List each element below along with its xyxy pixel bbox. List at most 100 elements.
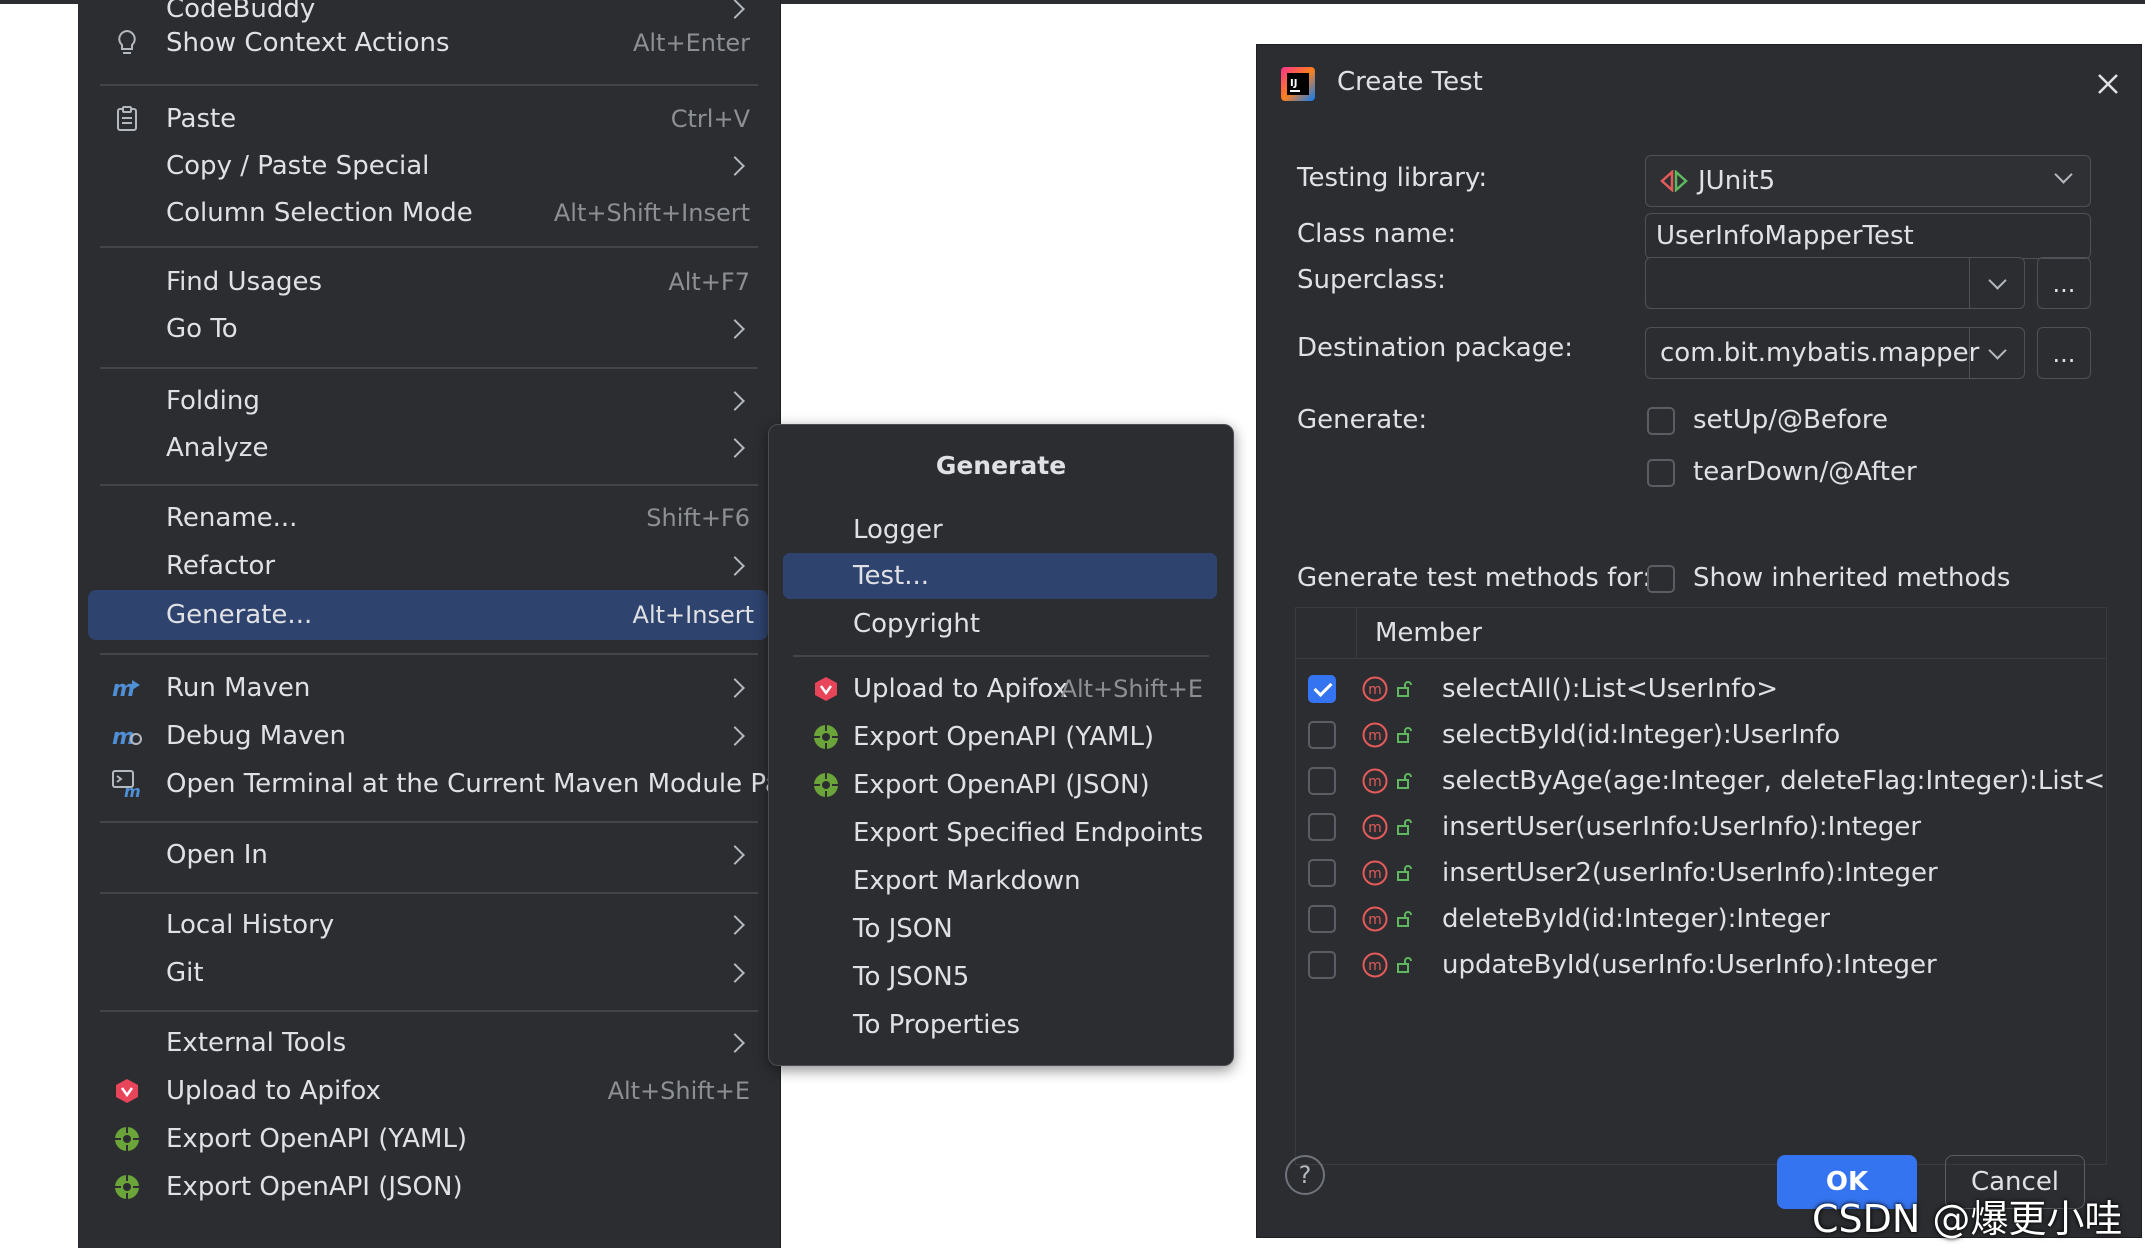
superclass-browse-button[interactable]: ... (2037, 257, 2091, 309)
unlocked-icon (1397, 957, 1412, 973)
unlocked-icon (1397, 773, 1412, 789)
menu-item-external-tools[interactable]: External Tools (94, 1018, 764, 1068)
member-checkbox[interactable] (1308, 905, 1336, 933)
member-signature: deleteById(id:Integer):Integer (1442, 904, 1830, 934)
method-icon: m (1362, 722, 1388, 748)
menu-item-local-history[interactable]: Local History (94, 900, 764, 950)
separator (100, 484, 758, 486)
separator (100, 653, 758, 655)
generate-item-test[interactable]: Test... (783, 553, 1217, 599)
chevron-right-icon (725, 0, 745, 19)
maven-run-icon: m (112, 673, 142, 703)
menu-item-run-maven[interactable]: m Run Maven (94, 663, 764, 713)
member-column-header[interactable]: Member (1356, 608, 1482, 658)
apifox-icon (811, 674, 841, 704)
destination-dropdown-button[interactable] (1969, 328, 2024, 378)
testing-library-label: Testing library: (1297, 163, 1488, 193)
separator (793, 655, 1209, 657)
close-icon[interactable] (2093, 69, 2123, 99)
generate-item-export-markdown[interactable]: Export Markdown (783, 858, 1217, 904)
maven-terminal-icon: m (112, 769, 142, 799)
superclass-label: Superclass: (1297, 265, 1446, 295)
menu-item-generate[interactable]: Generate... Alt+Insert (88, 590, 768, 640)
unlocked-icon (1397, 911, 1412, 927)
generate-item-to-properties[interactable]: To Properties (783, 1002, 1217, 1048)
generate-item-upload-apifox[interactable]: Upload to Apifox Alt+Shift+E (783, 666, 1217, 712)
help-button[interactable]: ? (1285, 1155, 1325, 1195)
table-row[interactable]: m selectByAge(age:Integer, deleteFlag:In… (1296, 756, 2106, 806)
member-checkbox[interactable] (1308, 859, 1336, 887)
separator (100, 84, 758, 86)
chevron-right-icon (725, 156, 745, 176)
member-checkbox[interactable] (1308, 767, 1336, 795)
class-name-input[interactable]: UserInfoMapperTest (1645, 213, 2091, 259)
menu-item-column-selection-mode[interactable]: Column Selection Mode Alt+Shift+Insert (94, 188, 764, 238)
svg-text:m: m (1368, 912, 1382, 928)
destination-package-label: Destination package: (1297, 333, 1573, 363)
generate-item-export-specified-endpoints[interactable]: Export Specified Endpoints (783, 810, 1217, 856)
apifox-icon (112, 1076, 142, 1106)
generate-item-copyright[interactable]: Copyright (783, 601, 1217, 647)
menu-item-export-openapi-yaml[interactable]: Export OpenAPI (YAML) (94, 1114, 764, 1164)
menu-item-open-in[interactable]: Open In (94, 830, 764, 880)
menu-item-export-openapi-json[interactable]: Export OpenAPI (JSON) (94, 1162, 764, 1212)
member-checkbox[interactable] (1308, 675, 1336, 703)
testing-library-select[interactable]: JUnit5 (1645, 155, 2091, 207)
show-inherited-checkbox[interactable] (1647, 565, 1675, 593)
teardown-label: tearDown/@After (1693, 457, 1917, 487)
lightbulb-icon (112, 28, 142, 58)
member-checkbox[interactable] (1308, 813, 1336, 841)
superclass-dropdown-button[interactable] (1969, 258, 2024, 308)
member-signature: selectAll():List<UserInfo> (1442, 674, 1779, 704)
table-row[interactable]: m deleteById(id:Integer):Integer (1296, 894, 2106, 944)
menu-item-show-context-actions[interactable]: Show Context Actions Alt+Enter (94, 18, 764, 68)
class-name-label: Class name: (1297, 219, 1457, 249)
table-row[interactable]: m selectById(id:Integer):UserInfo (1296, 710, 2106, 760)
setup-checkbox[interactable] (1647, 407, 1675, 435)
menu-item-go-to[interactable]: Go To (94, 304, 764, 354)
teardown-checkbox[interactable] (1647, 459, 1675, 487)
editor-context-menu: CodeBuddy Show Context Actions Alt+Enter… (78, 0, 808, 1248)
chevron-right-icon (725, 1033, 745, 1053)
openapi-icon (112, 1124, 142, 1154)
menu-item-paste[interactable]: Paste Ctrl+V (94, 94, 764, 144)
menu-item-upload-apifox[interactable]: Upload to Apifox Alt+Shift+E (94, 1066, 764, 1116)
menu-item-open-terminal-maven[interactable]: m Open Terminal at the Current Maven Mod… (94, 759, 808, 809)
generate-item-logger[interactable]: Logger (783, 507, 1217, 553)
superclass-combo[interactable] (1645, 257, 2025, 309)
chevron-right-icon (725, 391, 745, 411)
destination-package-combo[interactable]: com.bit.mybatis.mapper (1645, 327, 2025, 379)
menu-item-analyze[interactable]: Analyze (94, 423, 764, 473)
member-checkbox[interactable] (1308, 721, 1336, 749)
separator (100, 246, 758, 248)
chevron-right-icon (725, 556, 745, 576)
generate-menu-title: Generate (935, 451, 1067, 480)
destination-browse-button[interactable]: ... (2037, 327, 2091, 379)
openapi-icon (112, 1172, 142, 1202)
create-test-dialog: IJ Create Test Testing library: JUnit5 C… (1256, 44, 2142, 1238)
menu-item-debug-maven[interactable]: m Debug Maven (94, 711, 764, 761)
generate-item-export-openapi-json[interactable]: Export OpenAPI (JSON) (783, 762, 1217, 808)
separator (100, 1010, 758, 1012)
generate-item-to-json[interactable]: To JSON (783, 906, 1217, 952)
svg-text:m: m (1368, 958, 1382, 974)
menu-item-git[interactable]: Git (94, 948, 764, 998)
method-icon: m (1362, 906, 1388, 932)
intellij-logo-icon: IJ (1281, 67, 1315, 101)
method-icon: m (1362, 860, 1388, 886)
generate-item-to-json5[interactable]: To JSON5 (783, 954, 1217, 1000)
table-row[interactable]: m updateById(userInfo:UserInfo):Integer (1296, 940, 2106, 990)
menu-item-folding[interactable]: Folding (94, 376, 764, 426)
generate-item-export-openapi-yaml[interactable]: Export OpenAPI (YAML) (783, 714, 1217, 760)
menu-item-find-usages[interactable]: Find Usages Alt+F7 (94, 257, 764, 307)
chevron-right-icon (725, 915, 745, 935)
table-row[interactable]: m insertUser2(userInfo:UserInfo):Integer (1296, 848, 2106, 898)
menu-item-rename[interactable]: Rename... Shift+F6 (94, 493, 764, 543)
member-checkbox[interactable] (1308, 951, 1336, 979)
table-row[interactable]: m insertUser(userInfo:UserInfo):Integer (1296, 802, 2106, 852)
svg-text:m: m (1368, 682, 1382, 698)
table-row[interactable]: m selectAll():List<UserInfo> (1296, 664, 2106, 714)
chevron-right-icon (725, 438, 745, 458)
menu-item-refactor[interactable]: Refactor (94, 541, 764, 591)
menu-item-copy-paste-special[interactable]: Copy / Paste Special (94, 141, 764, 191)
